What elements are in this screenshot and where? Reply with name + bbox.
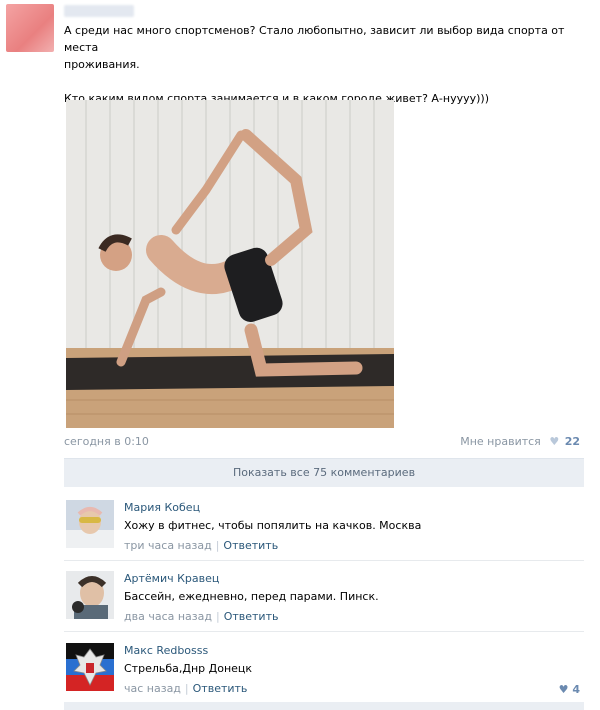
comment-item: Артёмич Кравец Бассейн, ежедневно, перед… xyxy=(64,571,584,637)
comment-meta: час назад | Ответить xyxy=(124,682,247,695)
comment-item: Мария Кобец Хожу в фитнес, чтобы попялит… xyxy=(64,500,584,566)
comment-item: Макс Redbosss Стрельба,Днр Донецк час на… xyxy=(64,643,584,709)
comment-avatar[interactable] xyxy=(66,571,114,619)
post-text-line: проживания. xyxy=(64,58,140,71)
comment-time[interactable]: два часа назад xyxy=(124,610,212,623)
comment-divider xyxy=(64,560,584,561)
post-photo[interactable] xyxy=(66,100,394,428)
comment-avatar[interactable] xyxy=(66,500,114,548)
comment-text: Хожу в фитнес, чтобы попялить на качков.… xyxy=(124,519,422,532)
post-author-avatar[interactable] xyxy=(6,4,54,52)
post-like-button[interactable]: Мне нравится ♥ 22 xyxy=(460,435,580,448)
bottom-bar xyxy=(64,702,584,710)
post-text-line: А среди нас много спортсменов? Стало люб… xyxy=(64,24,565,54)
comment-meta: два часа назад | Ответить xyxy=(124,610,278,623)
comment-author[interactable]: Мария Кобец xyxy=(124,501,200,514)
like-label: Мне нравится xyxy=(460,435,541,448)
like-count: 22 xyxy=(564,435,580,448)
comment-avatar[interactable] xyxy=(66,643,114,691)
comment-like-button[interactable]: ♥ 4 xyxy=(559,683,580,696)
post-author-name-blurred[interactable] xyxy=(64,5,134,17)
post-time[interactable]: сегодня в 0:10 xyxy=(64,435,149,448)
separator: | xyxy=(215,610,220,623)
comment-like-count: 4 xyxy=(572,683,580,696)
comment-text: Бассейн, ежедневно, перед парами. Пинск. xyxy=(124,590,379,603)
show-all-comments-button[interactable]: Показать все 75 комментариев xyxy=(64,458,584,487)
post-text: А среди нас много спортсменов? Стало люб… xyxy=(64,22,584,107)
comment-author[interactable]: Макс Redbosss xyxy=(124,644,208,657)
post-meta: сегодня в 0:10 Мне нравится ♥ 22 xyxy=(64,435,580,449)
separator: | xyxy=(215,539,220,552)
comment-time[interactable]: три часа назад xyxy=(124,539,212,552)
comment-meta: три часа назад | Ответить xyxy=(124,539,278,552)
reply-button[interactable]: Ответить xyxy=(223,539,278,552)
comment-author[interactable]: Артёмич Кравец xyxy=(124,572,219,585)
heart-icon: ♥ xyxy=(549,435,560,448)
comment-text: Стрельба,Днр Донецк xyxy=(124,662,253,675)
reply-button[interactable]: Ответить xyxy=(224,610,279,623)
comment-divider xyxy=(64,631,584,632)
reply-button[interactable]: Ответить xyxy=(193,682,248,695)
heart-icon: ♥ xyxy=(558,683,569,696)
comment-time[interactable]: час назад xyxy=(124,682,181,695)
separator: | xyxy=(184,682,189,695)
